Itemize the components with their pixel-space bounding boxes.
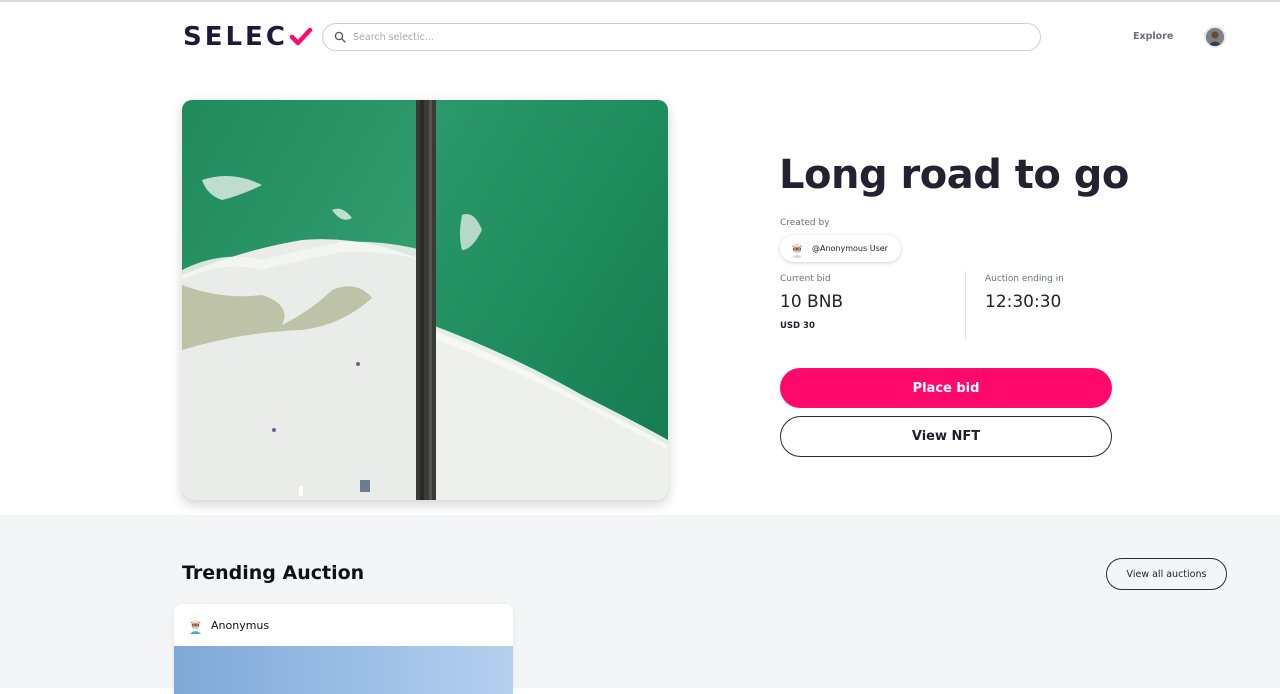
trending-title: Trending Auction	[182, 562, 365, 584]
card-author-name: Anonymus	[211, 618, 270, 632]
auction-card-image[interactable]	[174, 646, 513, 694]
view-all-auctions-button[interactable]: View all auctions	[1106, 558, 1227, 590]
nav-explore-link[interactable]: Explore	[1133, 31, 1173, 42]
created-by-label: Created by	[780, 218, 830, 228]
search-icon	[334, 31, 346, 43]
current-bid-label: Current bid	[780, 274, 831, 284]
auction-ending-label: Auction ending in	[985, 274, 1064, 284]
nft-title: Long road to go	[779, 152, 1129, 198]
creator-avatar	[788, 239, 806, 258]
checkmark-icon	[289, 27, 313, 46]
search-input[interactable]	[353, 31, 953, 43]
trending-auction-section: Trending Auction View all auctions Anony…	[0, 515, 1280, 694]
card-author-avatar	[187, 616, 204, 634]
user-avatar[interactable]	[1204, 26, 1226, 48]
auction-card-header: Anonymus	[174, 604, 513, 646]
place-bid-button[interactable]: Place bid	[780, 368, 1112, 408]
creator-badge[interactable]: @Anonymous User	[780, 235, 901, 262]
current-bid-value: 10 BNB	[780, 292, 844, 312]
view-nft-button[interactable]: View NFT	[780, 416, 1112, 457]
nft-artwork-image[interactable]	[182, 100, 668, 500]
auction-countdown: 12:30:30	[985, 292, 1062, 312]
aerial-pier-illustration	[182, 100, 668, 500]
bid-divider	[965, 271, 966, 339]
auction-card[interactable]: Anonymus	[174, 604, 513, 694]
user-avatar-image	[1206, 28, 1224, 46]
search-bar[interactable]	[322, 23, 1041, 51]
current-bid-usd: USD 30	[780, 321, 815, 331]
logo-text: SELEC	[183, 22, 288, 52]
site-logo[interactable]: SELEC	[183, 22, 313, 52]
site-header: SELEC Explore	[0, 2, 1280, 70]
creator-name: @Anonymous User	[812, 244, 888, 253]
